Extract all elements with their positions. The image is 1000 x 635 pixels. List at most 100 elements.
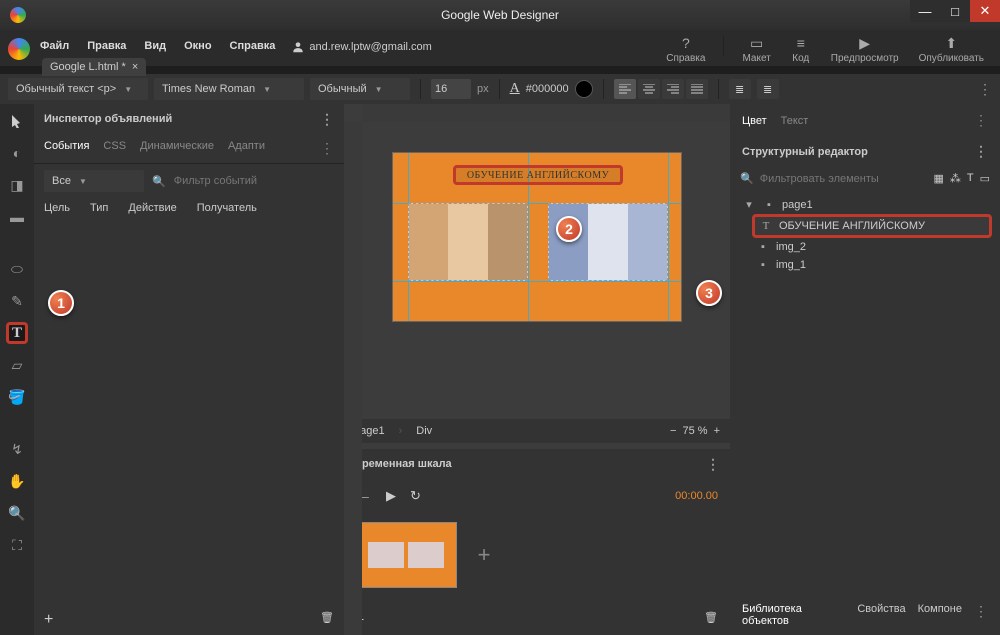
color-hex-value[interactable]: #000000	[526, 83, 569, 95]
align-center-button[interactable]	[638, 79, 660, 99]
guide-horizontal[interactable]	[393, 281, 681, 282]
more-icon[interactable]: ⋮	[978, 81, 992, 98]
filter-scope-value: Все	[52, 175, 71, 187]
zoom-in-button[interactable]: +	[714, 425, 720, 437]
menu-file[interactable]: Файл	[40, 40, 69, 52]
callout-badge-1: 1	[48, 290, 74, 316]
layout-button[interactable]: ▭Макет	[736, 36, 776, 64]
tab-dynamic[interactable]: Динамические	[140, 140, 214, 157]
menu-view[interactable]: Вид	[144, 40, 166, 52]
callout-badge-3: 3	[696, 280, 722, 306]
maximize-button[interactable]: □	[940, 0, 970, 22]
menu-help[interactable]: Справка	[230, 40, 276, 52]
zoom-tool[interactable]: 🔍	[6, 502, 28, 524]
tab-css[interactable]: CSS	[103, 140, 126, 157]
tree-item-img2[interactable]: ▪ img_2	[752, 238, 992, 256]
stage-viewport[interactable]: ОБУЧЕНИЕ АНГЛИЙСКОМУ d-image #im gwd-ima	[362, 122, 730, 419]
timeline-time: 00:00.00	[675, 490, 718, 502]
expand-tool[interactable]: ⛶	[6, 534, 28, 556]
element-tool[interactable]: ▬	[6, 206, 28, 228]
menu-items: Файл Правка Вид Окно Справка	[40, 36, 275, 52]
color-swatch[interactable]	[575, 80, 593, 98]
tab-library[interactable]: Библиотека объектов	[742, 603, 845, 627]
more-icon[interactable]: ⋮	[320, 111, 334, 128]
tree-img1-label: img_1	[776, 259, 806, 271]
filter-scope-dropdown[interactable]: Все ▼	[44, 170, 144, 192]
menu-window[interactable]: Окно	[184, 40, 211, 52]
list-bullet-button[interactable]: ≣	[729, 79, 751, 99]
motion-path-tool[interactable]: ↯	[6, 438, 28, 460]
play-button[interactable]: ▶	[386, 488, 396, 504]
tab-adaptive[interactable]: Адапти	[228, 140, 265, 157]
tree-item-page[interactable]: ▾ ▪ page1	[738, 195, 992, 214]
publish-button[interactable]: ⬆Опубликовать	[913, 36, 990, 64]
page-thumbnail[interactable]	[356, 523, 456, 587]
loop-button[interactable]: ↻	[410, 488, 421, 504]
more-icon[interactable]: ⋮	[974, 143, 988, 160]
tab-components[interactable]: Компоне	[918, 603, 962, 627]
add-event-button[interactable]: +	[44, 611, 53, 629]
more-icon[interactable]: ⋮	[974, 112, 988, 129]
align-left-button[interactable]	[614, 79, 636, 99]
add-page-button[interactable]: +	[466, 537, 502, 573]
list-number-button[interactable]: ≣	[757, 79, 779, 99]
font-size-input[interactable]: 16	[431, 79, 471, 99]
code-button[interactable]: ≡Код	[785, 36, 817, 64]
menu-edit[interactable]: Правка	[87, 40, 126, 52]
person-icon	[291, 40, 305, 54]
filter-placeholder[interactable]: Фильтр событий	[174, 175, 257, 187]
fill-tool[interactable]: 🪣	[6, 386, 28, 408]
outline-view-icons: ▦ ⁂ T ▭	[933, 172, 990, 185]
tab-color[interactable]: Цвет	[742, 115, 767, 127]
tab-properties[interactable]: Свойства	[857, 603, 905, 627]
account-display[interactable]: and.rew.lptw@gmail.com	[291, 36, 431, 54]
chevron-down-icon: ▼	[79, 177, 87, 186]
tab-text[interactable]: Текст	[781, 115, 809, 127]
text-filter-icon[interactable]: T	[967, 172, 974, 185]
close-button[interactable]: ✕	[970, 0, 1000, 22]
tab-events[interactable]: События	[44, 140, 89, 157]
3d-rotate-tool[interactable]: ◐	[6, 142, 28, 164]
pen-tool[interactable]: ✎	[6, 290, 28, 312]
delete-keyframe-button[interactable]: 🗑	[704, 611, 718, 627]
canvas-text-element[interactable]: ОБУЧЕНИЕ АНГЛИЙСКОМУ	[453, 165, 623, 185]
window-controls: — □ ✕	[910, 0, 1000, 22]
zoom-value[interactable]: 75 %	[682, 425, 707, 437]
hand-tool[interactable]: ✋	[6, 470, 28, 492]
align-right-button[interactable]	[662, 79, 684, 99]
select-tool[interactable]	[6, 110, 28, 132]
group-filter-icon[interactable]: ▭	[980, 172, 990, 185]
zoom-out-button[interactable]: −	[670, 425, 676, 437]
outline-filter-placeholder[interactable]: Фильтровать элементы	[760, 173, 879, 185]
delete-event-button[interactable]: 🗑	[320, 611, 334, 629]
event-columns-header: Цель Тип Действие Получатель	[34, 198, 344, 218]
more-icon[interactable]: ⋮	[974, 603, 988, 627]
breadcrumb-div[interactable]: Div	[416, 425, 432, 437]
font-family-dropdown[interactable]: Times New Roman▼	[154, 78, 304, 100]
guide-vertical[interactable]	[668, 153, 669, 321]
preview-button[interactable]: ▶Предпросмотр	[825, 36, 905, 64]
canvas-page[interactable]: ОБУЧЕНИЕ АНГЛИЙСКОМУ d-image #im gwd-ima	[392, 152, 682, 322]
help-button[interactable]: ?Справка	[660, 36, 711, 64]
document-tab[interactable]: Google L.html * ×	[42, 58, 146, 76]
close-tab-icon[interactable]: ×	[132, 61, 138, 73]
canvas-image-2[interactable]: gwd-ima	[548, 203, 668, 281]
minimize-button[interactable]: —	[910, 0, 940, 22]
text-tool[interactable]: T	[6, 322, 28, 344]
tree-item-text[interactable]: T ОБУЧЕНИЕ АНГЛИЙСКОМУ	[752, 214, 992, 238]
text-style-dropdown[interactable]: Обычный текст <p>▼	[8, 78, 148, 100]
tag-tool[interactable]: ⬭	[6, 258, 28, 280]
component-filter-icon[interactable]: ⁂	[950, 172, 961, 185]
image-filter-icon[interactable]: ▦	[933, 172, 943, 185]
canvas-image-1[interactable]: d-image #im	[408, 203, 528, 281]
align-justify-button[interactable]	[686, 79, 708, 99]
timeline-controls: ← ▶ ↻ 00:00.00	[344, 479, 730, 513]
publish-label: Опубликовать	[919, 53, 984, 64]
more-icon[interactable]: ⋮	[706, 456, 720, 473]
more-icon[interactable]: ⋮	[320, 140, 334, 157]
shape-tool[interactable]: ▱	[6, 354, 28, 376]
collapse-icon[interactable]: ▾	[742, 198, 756, 211]
3d-translate-tool[interactable]: ◨	[6, 174, 28, 196]
tree-item-img1[interactable]: ▪ img_1	[752, 256, 992, 274]
font-weight-dropdown[interactable]: Обычный▼	[310, 78, 410, 100]
